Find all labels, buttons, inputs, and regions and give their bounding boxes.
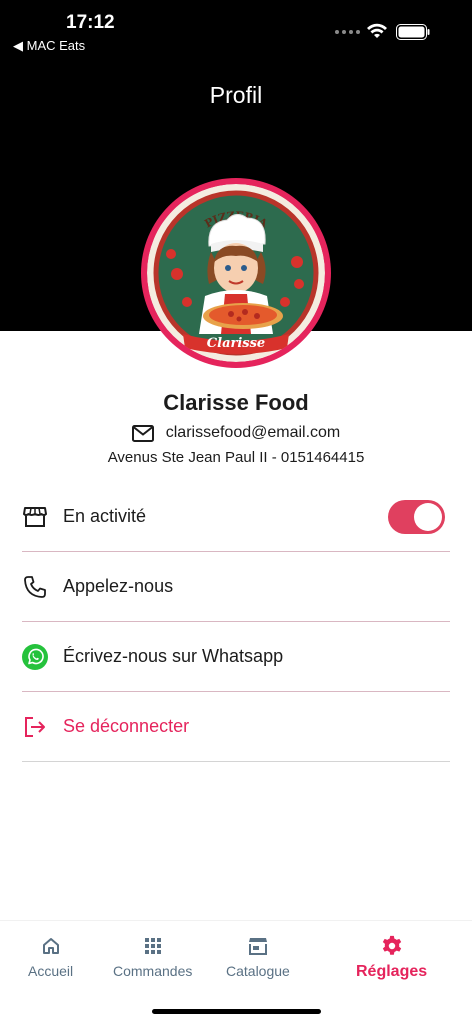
store-icon <box>247 935 269 957</box>
signal-icon <box>335 30 360 34</box>
profile-email: clarissefood@email.com <box>165 424 341 441</box>
tab-label: Réglages <box>356 963 428 980</box>
tab-label: Catalogue <box>226 963 290 979</box>
call-label: Appelez-nous <box>63 576 174 596</box>
tab-label: Commandes <box>113 963 193 979</box>
activity-toggle[interactable] <box>388 500 445 534</box>
tab-commandes[interactable]: Commandes <box>113 935 192 979</box>
tab-label: Accueil <box>28 963 74 979</box>
mail-icon <box>131 424 154 442</box>
svg-text:Clarisse: Clarisse <box>207 336 265 351</box>
back-to-app-link[interactable]: ◀ MAC Eats <box>13 38 85 54</box>
tab-accueil[interactable]: Accueil <box>28 935 73 979</box>
email-row: clarissefood@email.com <box>0 424 472 442</box>
whatsapp-label: Écrivez-nous sur Whatsapp <box>63 646 284 666</box>
profile-name: Clarisse Food <box>163 390 309 415</box>
home-indicator[interactable] <box>152 1009 321 1014</box>
menu-item-call[interactable]: Appelez-nous <box>22 552 450 622</box>
gear-icon <box>381 935 403 957</box>
profile-address: Avenus Ste Jean Paul II - 0151464415 <box>107 449 365 466</box>
menu-item-activity: En activité <box>22 482 450 552</box>
menu-item-whatsapp[interactable]: Écrivez-nous sur Whatsapp <box>22 622 450 692</box>
wifi-icon <box>367 23 387 38</box>
grid-icon <box>142 935 164 957</box>
phone-icon <box>22 574 48 600</box>
whatsapp-icon <box>22 643 48 670</box>
home-icon <box>40 935 62 957</box>
logout-label: Se déconnecter <box>63 716 190 736</box>
pizzeria-logo-image: PIZZERIA Clarisse <box>147 184 325 362</box>
activity-label: En activité <box>63 506 147 526</box>
battery-icon <box>396 24 430 40</box>
status-time: 17:12 <box>66 12 115 33</box>
tab-catalogue[interactable]: Catalogue <box>226 935 290 979</box>
settings-menu: En activité Appelez-nous Écrivez-nous su… <box>22 482 450 762</box>
logout-icon <box>22 714 48 740</box>
tab-reglages[interactable]: Réglages <box>356 935 427 981</box>
menu-item-logout[interactable]: Se déconnecter <box>22 692 450 762</box>
avatar[interactable]: PIZZERIA Clarisse <box>141 178 331 368</box>
store-icon <box>22 504 48 530</box>
page-title: Profil <box>209 82 263 108</box>
